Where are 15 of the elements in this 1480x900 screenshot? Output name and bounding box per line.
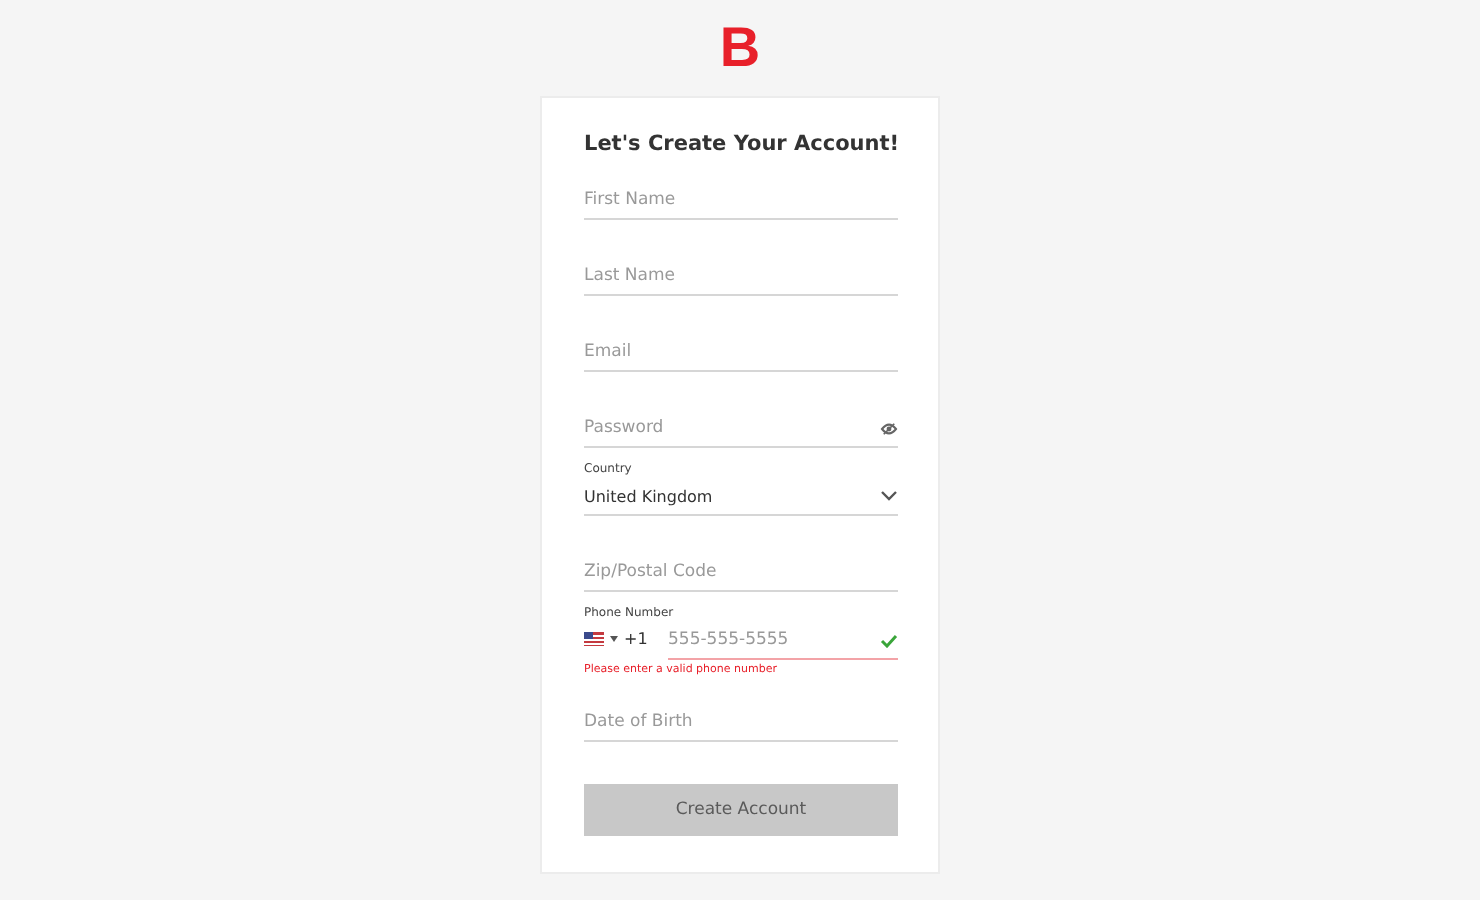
chevron-down-icon[interactable]: [880, 490, 898, 502]
eye-hidden-icon[interactable]: [880, 421, 898, 435]
caret-down-icon[interactable]: [610, 636, 618, 642]
input-field[interactable]: Zip/Postal Code: [584, 556, 898, 588]
input-field[interactable]: Email: [584, 336, 898, 368]
flag-icon: [584, 632, 604, 646]
logo: B: [719, 20, 761, 76]
input-field[interactable]: First Name: [584, 184, 898, 216]
input-field[interactable]: Date of Birth: [584, 706, 898, 738]
select-field[interactable]: United Kingdom: [584, 478, 898, 516]
phone-input[interactable]: 555-555-5555: [668, 624, 880, 656]
input-field[interactable]: Last Name: [584, 260, 898, 292]
form-title: Let's Create Your Account!: [584, 130, 900, 158]
input-field[interactable]: Password: [584, 412, 880, 444]
country-code-selector[interactable]: +1: [584, 622, 652, 656]
